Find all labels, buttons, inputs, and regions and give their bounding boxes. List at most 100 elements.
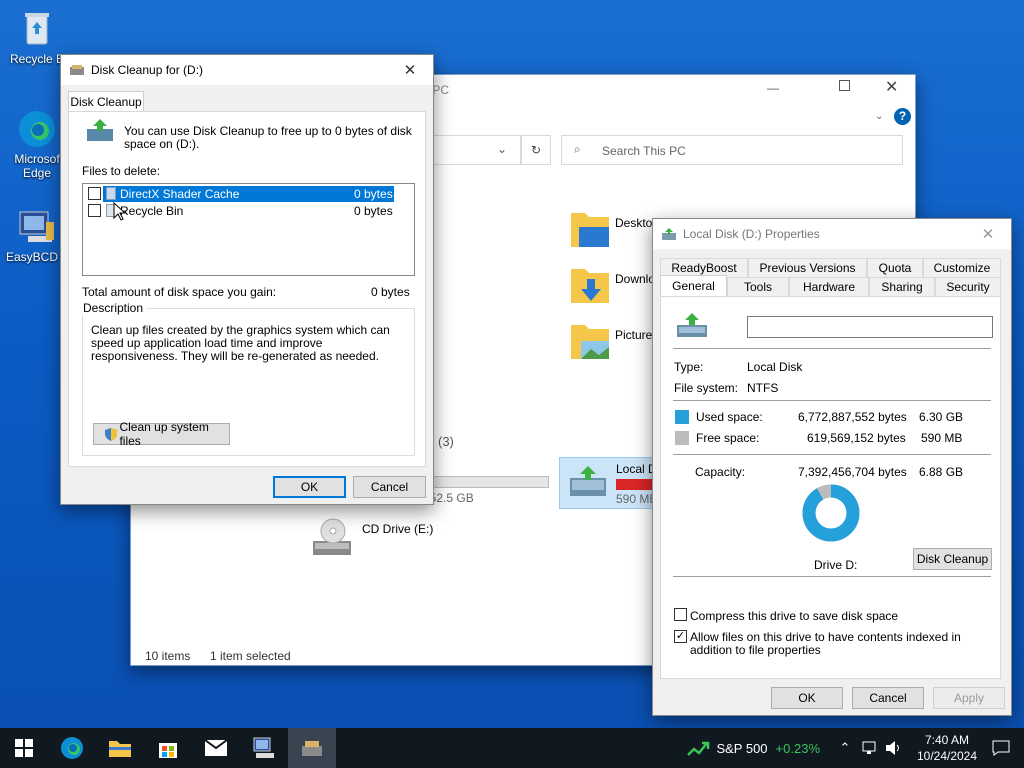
general-tab-panel: Type: Local Disk File system: NTFS Used … xyxy=(660,296,1001,679)
action-center-icon[interactable] xyxy=(992,740,1010,756)
ok-button[interactable]: OK xyxy=(273,476,346,498)
file-size: 0 bytes xyxy=(354,204,393,218)
file-name: Recycle Bin xyxy=(120,204,184,218)
file-size: 0 bytes xyxy=(354,187,393,201)
file-icon xyxy=(106,187,116,200)
edge-icon xyxy=(16,108,58,150)
drive-d-usage-fill xyxy=(616,479,653,490)
apply-button[interactable]: Apply xyxy=(933,687,1005,709)
close-icon[interactable]: ✕ xyxy=(885,77,898,97)
properties-titlebar: Local Disk (D:) Properties ✕ xyxy=(653,219,1011,249)
ribbon-expand-icon[interactable]: ⌄ xyxy=(875,111,883,122)
free-space-bytes: 619,569,152 bytes xyxy=(807,431,906,445)
disk-usage-donut xyxy=(802,484,860,542)
network-icon[interactable] xyxy=(860,740,878,756)
edge-icon[interactable] xyxy=(48,728,96,768)
compress-drive-label[interactable]: Compress this drive to save disk space xyxy=(690,609,898,623)
cd-drive-icon[interactable] xyxy=(309,517,355,559)
status-item-count: 10 items xyxy=(145,649,191,663)
type-label: Type: xyxy=(674,360,704,374)
chevron-up-icon[interactable]: ⌃ xyxy=(834,740,856,756)
cleanup-intro: You can use Disk Cleanup to free up to 0… xyxy=(124,124,412,151)
cd-drive-label[interactable]: CD Drive (E:) xyxy=(362,522,433,536)
total-gain-value: 0 bytes xyxy=(371,285,410,299)
tab-previous-versions[interactable]: Previous Versions xyxy=(748,258,867,277)
file-explorer-icon[interactable] xyxy=(96,728,144,768)
easybcd-icon xyxy=(16,206,58,248)
folder-label-desktop[interactable]: Deskto xyxy=(615,216,652,230)
desktop-icon-label: Recycle B xyxy=(9,52,65,66)
clean-up-system-files-button[interactable]: Clean up system files xyxy=(93,420,230,448)
free-space-label: Free space: xyxy=(696,431,760,445)
tab-hardware[interactable]: Hardware xyxy=(789,277,869,296)
checkbox-directx-shader-cache[interactable] xyxy=(88,187,101,200)
tab-quota[interactable]: Quota xyxy=(867,258,923,277)
stock-ticker-widget[interactable]: S&P 500 +0.23% xyxy=(686,739,820,757)
capacity-gb: 6.88 GB xyxy=(919,465,964,479)
devices-section-count: (3) xyxy=(438,434,454,449)
cancel-button[interactable]: Cancel xyxy=(852,687,924,709)
disk-cleanup-button[interactable]: Disk Cleanup xyxy=(913,548,992,570)
folder-label-pictures[interactable]: Picture xyxy=(615,328,652,342)
minimize-icon[interactable]: — xyxy=(767,81,779,95)
free-space-swatch xyxy=(675,431,689,445)
recycle-bin-icon xyxy=(16,8,58,50)
disk-cleanup-icon[interactable] xyxy=(288,728,336,768)
cleanup-titlebar: Disk Cleanup for (D:) ✕ xyxy=(61,55,433,85)
downloads-folder-icon[interactable] xyxy=(569,265,611,305)
disk-cleanup-dialog: Disk Cleanup for (D:) ✕ Disk Cleanup You… xyxy=(60,54,434,505)
drive-d-label: Local D xyxy=(616,462,657,476)
tab-sharing[interactable]: Sharing xyxy=(869,277,935,296)
drive-d-usage-bar xyxy=(616,479,656,490)
tab-disk-cleanup[interactable]: Disk Cleanup xyxy=(68,91,144,112)
drive-c-usage-bar xyxy=(423,476,549,488)
divider xyxy=(673,454,991,455)
divider xyxy=(673,576,991,577)
filesystem-label: File system: xyxy=(674,381,739,395)
tab-general[interactable]: General xyxy=(660,275,727,296)
clock[interactable]: 7:40 AM 10/24/2024 xyxy=(908,732,986,764)
volume-name-input[interactable] xyxy=(747,316,993,338)
description-text: Clean up files created by the graphics s… xyxy=(91,323,390,363)
tab-security[interactable]: Security xyxy=(935,277,1001,296)
shield-icon xyxy=(105,428,117,441)
used-space-bytes: 6,772,887,552 bytes xyxy=(798,410,907,424)
search-input[interactable]: ⌕ Search This PC xyxy=(561,135,903,165)
easybcd-icon[interactable] xyxy=(240,728,288,768)
drive-d-tile[interactable]: Local D 590 MB xyxy=(559,457,657,509)
folder-label-downloads[interactable]: Downlo xyxy=(615,272,655,286)
cleanup-tab-panel: You can use Disk Cleanup to free up to 0… xyxy=(68,111,426,467)
compress-drive-checkbox[interactable] xyxy=(674,608,687,621)
mail-icon[interactable] xyxy=(192,728,240,768)
store-icon[interactable] xyxy=(144,728,192,768)
close-icon[interactable]: ✕ xyxy=(387,55,433,85)
clock-time: 7:40 AM xyxy=(924,733,970,747)
cancel-button[interactable]: Cancel xyxy=(353,476,426,498)
file-name: DirectX Shader Cache xyxy=(120,187,240,201)
clock-date: 10/24/2024 xyxy=(916,749,978,763)
start-icon[interactable] xyxy=(0,728,48,768)
properties-dialog: Local Disk (D:) Properties ✕ ReadyBoost … xyxy=(652,218,1012,716)
used-space-label: Used space: xyxy=(696,410,763,424)
ok-button[interactable]: OK xyxy=(771,687,843,709)
address-dropdown-icon[interactable]: ⌄ xyxy=(497,142,507,156)
description-label: Description xyxy=(79,301,148,315)
mouse-cursor-icon xyxy=(113,202,127,221)
checkbox-recycle-bin[interactable] xyxy=(88,204,101,217)
refresh-icon[interactable]: ↻ xyxy=(521,135,551,165)
tab-tools[interactable]: Tools xyxy=(727,277,789,296)
files-list[interactable]: DirectX Shader Cache 0 bytes Recycle Bin… xyxy=(82,183,415,276)
address-bar[interactable]: ⌄ xyxy=(431,135,521,165)
index-files-checkbox[interactable]: ✓ xyxy=(674,630,687,643)
maximize-icon[interactable] xyxy=(839,80,850,91)
taskbar: S&P 500 +0.23% ⌃ 7:40 AM 10/24/2024 xyxy=(0,728,1024,768)
desktop-icon-label: Microsof Edge xyxy=(14,152,60,180)
tab-customize[interactable]: Customize xyxy=(923,258,1001,277)
desktop-folder-icon[interactable] xyxy=(569,209,611,249)
index-files-label[interactable]: Allow files on this drive to have conten… xyxy=(690,631,990,657)
volume-icon[interactable] xyxy=(884,740,902,756)
close-icon[interactable]: ✕ xyxy=(965,219,1011,249)
help-icon[interactable]: ? xyxy=(894,108,911,125)
pictures-folder-icon[interactable] xyxy=(569,321,611,361)
drive-cleanup-icon xyxy=(87,119,113,141)
